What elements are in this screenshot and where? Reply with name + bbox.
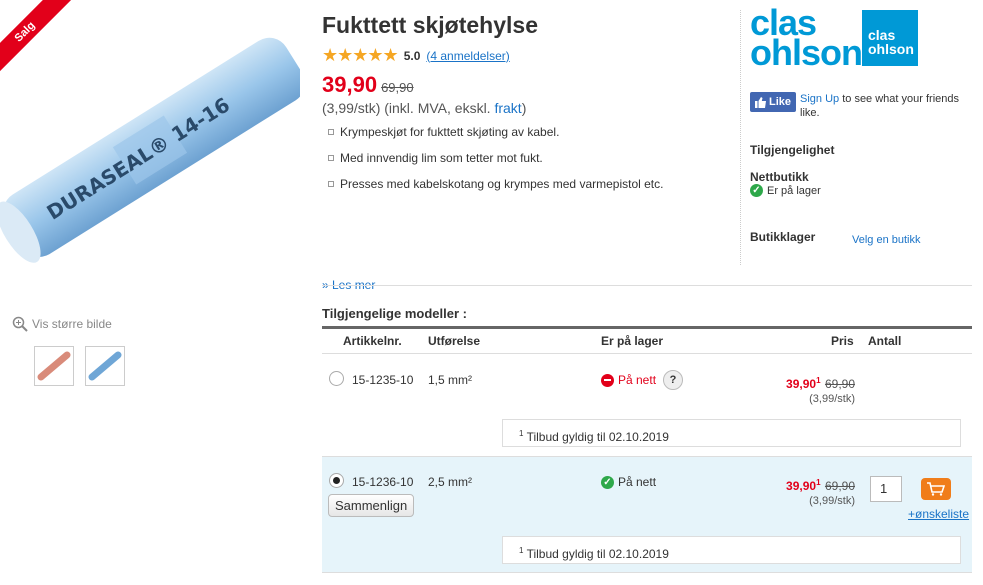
col-qty: Antall [868,334,902,348]
product-photo: DURASEAL® 14-16 [0,37,300,263]
compare-button[interactable]: Sammenlign [328,494,415,517]
like-label: Like [769,96,792,108]
logo-box-line: ohlson [868,41,914,57]
brand-logo-box: clas ohlson [862,10,918,66]
row-price: 39,901 69,90 [786,477,855,495]
bullet-icon [328,155,334,161]
online-store-heading: Nettbutikk [750,170,809,184]
row-unit-price: (3,99/stk) [809,393,855,405]
row-price-old: 69,90 [824,377,855,391]
stock-status-text: Er på lager [767,184,821,197]
row-separator [322,572,972,573]
feature-text: Presses med kabelskotang og krympes med … [340,177,664,191]
add-to-cart-button[interactable] [921,478,951,500]
quantity-input[interactable]: 1 [870,476,902,502]
col-article: Artikkelnr. [343,334,402,348]
unit-price-line: (3,99/stk) (inkl. MVA, ekskl. frakt) [322,100,526,116]
wishlist-link[interactable]: +ønskeliste [908,507,969,521]
vat-text: (inkl. MVA, ekskl. [384,100,491,116]
unavailable-icon [601,373,614,387]
thumbnail-red[interactable] [34,346,74,386]
cart-icon [927,482,946,496]
stock-text: På nett [618,475,657,489]
col-variant: Utførelse [428,334,481,348]
help-button[interactable]: ? [663,370,683,390]
list-item: Med innvendig lim som tetter mot fukt. [328,151,663,165]
table-header-rule [322,353,972,354]
row-price-old: 69,90 [824,479,855,493]
facebook-like-button[interactable]: Like [750,92,797,112]
bullet-icon [328,181,334,187]
offer-note: 1 Tilbud gyldig til 02.10.2019 [502,536,961,564]
row-article: 15-1236-10 [352,475,414,489]
table-top-rule [322,326,972,329]
rating: ★★★★★ 5.0 (4 anmeldelser) [322,45,510,66]
model-radio-selected[interactable] [329,473,344,488]
shipping-link[interactable]: frakt [494,100,521,116]
logo-line: ohlson [750,32,863,73]
feature-text: Krympeskjøt for fukttett skjøting av kab… [340,125,560,139]
row-price-now: 39,901 [786,478,821,493]
row-price-now: 39,901 [786,376,821,391]
price-current: 39,90 [322,72,378,97]
stock-text: På nett [618,373,657,387]
product-image[interactable]: DURASEAL® 14-16 [0,0,300,300]
row-price: 39,901 69,90 [786,375,855,393]
list-item: Krympeskjøt for fukttett skjøting av kab… [328,125,663,139]
col-price: Pris [831,334,854,348]
feature-list: Krympeskjøt for fukttett skjøting av kab… [328,125,663,203]
reviews-link[interactable]: (4 anmeldelser) [426,49,509,63]
check-icon: ✓ [750,184,763,197]
offer-text: Tilbud gyldig til 02.10.2019 [523,547,669,561]
thumbnail-image [88,351,122,381]
list-item: Presses med kabelskotang og krympes med … [328,177,663,191]
rating-value: 5.0 [403,48,421,63]
price-old: 69,90 [381,80,414,95]
thumbnail-blue[interactable] [85,346,125,386]
thumbnail-image [37,351,71,381]
separator [322,285,972,286]
row-stock: ✓ På nett [601,475,656,489]
model-radio[interactable] [329,371,344,386]
store-stock-heading: Butikklager [750,230,816,244]
online-stock-status: ✓ Er på lager [750,184,821,197]
product-title: Fukttett skjøtehylse [322,12,538,38]
row-stock: På nett [601,373,656,387]
zoom-link[interactable]: Vis større bilde [12,316,112,332]
brand-logo: clas ohlson [750,5,863,73]
offer-text: Tilbud gyldig til 02.10.2019 [523,430,669,444]
vat-close: ) [521,100,527,116]
row-separator [322,456,972,457]
offer-note: 1 Tilbud gyldig til 02.10.2019 [502,419,961,447]
col-stock: Er på lager [601,334,664,348]
logo-box-line: clas [868,27,896,43]
star-rating-icon: ★★★★★ [322,45,399,65]
zoom-label: Vis større bilde [32,317,112,331]
facebook-signup-link[interactable]: Sign Up [800,93,839,105]
unit-price: (3,99/stk) [322,100,381,116]
models-heading: Tilgjengelige modeller : [322,306,467,321]
choose-store-link[interactable]: Velg en butikk [852,234,921,246]
price: 39,90 69,90 [322,72,414,98]
thumbs-up-icon [755,96,766,108]
availability-heading: Tilgjengelighet [750,143,835,157]
zoom-icon [12,316,28,332]
check-icon: ✓ [601,475,614,489]
facebook-like: Like Sign Up to see what your friends li… [750,92,975,120]
feature-text: Med innvendig lim som tetter mot fukt. [340,151,543,165]
row-unit-price: (3,99/stk) [809,495,855,507]
column-divider [740,10,741,265]
row-variant: 1,5 mm² [428,373,473,387]
row-article: 15-1235-10 [352,373,414,387]
bullet-icon [328,129,334,135]
row-variant: 2,5 mm² [428,475,473,489]
